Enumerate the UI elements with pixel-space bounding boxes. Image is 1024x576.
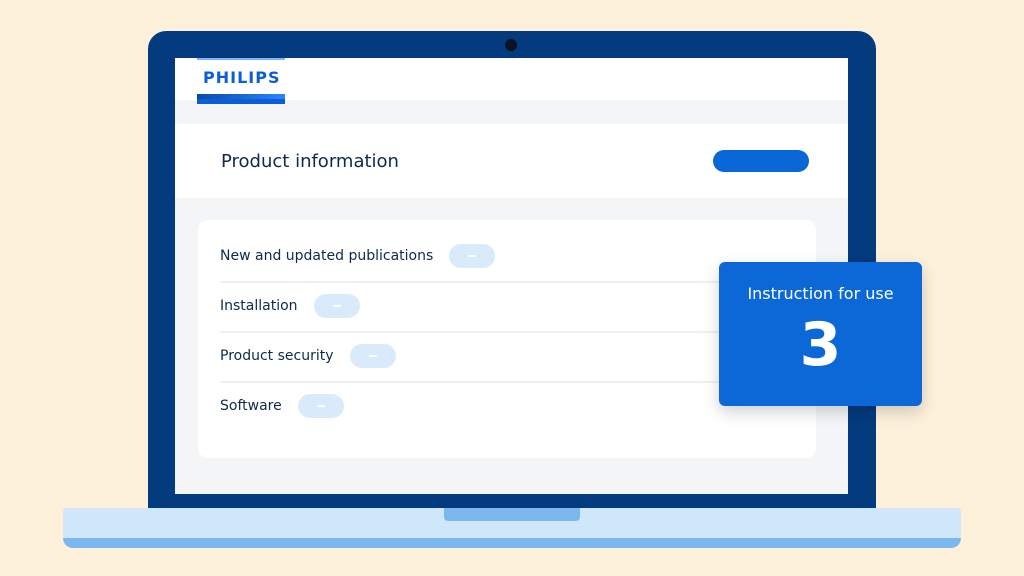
- callout-title: Instruction for use: [747, 284, 894, 303]
- page-title: Product information: [221, 151, 399, 172]
- laptop-base-edge: [63, 538, 961, 548]
- minus-icon[interactable]: [297, 394, 344, 418]
- list-item-label: Product security: [220, 348, 334, 364]
- minus-icon[interactable]: [313, 294, 360, 318]
- philips-logo[interactable]: PHILIPS: [197, 58, 285, 104]
- list-item-label: Software: [220, 398, 282, 414]
- product-header: Product information: [175, 124, 848, 198]
- list-item[interactable]: Software: [220, 382, 780, 430]
- callout-count: 3: [799, 310, 842, 380]
- laptop-notch: [444, 508, 580, 521]
- minus-icon[interactable]: [449, 244, 496, 268]
- list-item[interactable]: Product security: [220, 332, 780, 380]
- list-item-label: New and updated publications: [220, 248, 434, 264]
- list-item[interactable]: New and updated publications: [220, 232, 780, 280]
- instruction-callout[interactable]: Instruction for use 3: [719, 262, 922, 406]
- logo-underline: [197, 94, 285, 99]
- header-action-button[interactable]: [713, 150, 809, 172]
- logo-text: PHILIPS: [203, 68, 281, 87]
- camera-icon: [505, 39, 517, 51]
- list-item-label: Installation: [220, 298, 298, 314]
- laptop-base: [63, 508, 961, 548]
- list-item[interactable]: Installation: [220, 282, 780, 330]
- minus-icon[interactable]: [349, 344, 396, 368]
